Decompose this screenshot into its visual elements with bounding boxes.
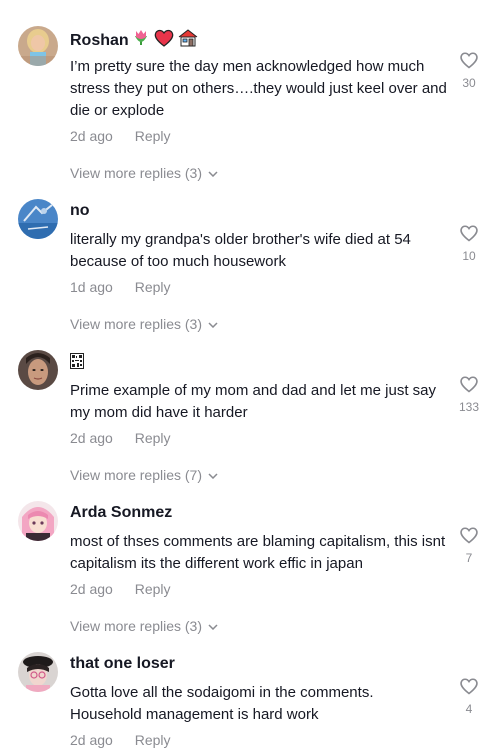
view-more-replies-button[interactable]: View more replies (3) bbox=[70, 164, 218, 181]
comment-time: 2d ago bbox=[70, 581, 113, 597]
house-icon bbox=[177, 28, 199, 54]
avatar[interactable] bbox=[18, 26, 58, 66]
view-more-replies-button[interactable]: View more replies (3) bbox=[70, 315, 218, 332]
comment-meta: 2d ago Reply bbox=[70, 732, 171, 748]
username[interactable]: no bbox=[70, 201, 90, 221]
like-button[interactable]: 30 bbox=[456, 50, 482, 90]
view-more-replies-button[interactable]: View more replies (3) bbox=[70, 617, 218, 634]
comment-time: 1d ago bbox=[70, 279, 113, 295]
chevron-down-icon bbox=[208, 617, 218, 633]
reply-button[interactable]: Reply bbox=[135, 128, 171, 144]
tulip-icon bbox=[131, 28, 151, 54]
comment-text: most of thses comments are blaming capit… bbox=[70, 533, 446, 572]
view-more-label: View more replies (3) bbox=[70, 165, 203, 181]
comment-time: 2d ago bbox=[70, 128, 113, 144]
like-count: 4 bbox=[465, 702, 473, 716]
reply-button[interactable]: Reply bbox=[135, 732, 171, 748]
comment-meta: 2d ago Reply bbox=[70, 430, 171, 446]
chevron-down-icon bbox=[208, 315, 218, 331]
avatar[interactable] bbox=[18, 199, 58, 239]
qr-glyph-icon bbox=[70, 353, 84, 375]
avatar[interactable] bbox=[18, 652, 58, 692]
username[interactable]: Arda Sonmez bbox=[70, 503, 172, 523]
heart-icon bbox=[153, 28, 175, 54]
comment-time: 2d ago bbox=[70, 732, 113, 748]
chevron-down-icon bbox=[208, 164, 218, 180]
like-button[interactable]: 133 bbox=[456, 374, 482, 414]
like-button[interactable]: 10 bbox=[456, 223, 482, 263]
heart-outline-icon bbox=[458, 527, 480, 549]
comment-meta: 2d ago Reply bbox=[70, 581, 171, 597]
heart-outline-icon bbox=[458, 376, 480, 398]
like-count: 133 bbox=[458, 400, 480, 414]
reply-button[interactable]: Reply bbox=[135, 581, 171, 597]
username[interactable]: that one loser bbox=[70, 654, 175, 674]
comment-text: Prime example of my mom and dad and let … bbox=[70, 382, 436, 421]
view-more-label: View more replies (7) bbox=[70, 467, 203, 483]
comment-text: literally my grandpa's older brother's w… bbox=[70, 231, 411, 270]
username[interactable] bbox=[70, 352, 84, 375]
reply-button[interactable]: Reply bbox=[135, 279, 171, 295]
comment-text: Gotta love all the sodaigomi in the comm… bbox=[70, 684, 374, 723]
avatar[interactable] bbox=[18, 501, 58, 541]
heart-outline-icon bbox=[458, 225, 480, 247]
username[interactable]: Roshan bbox=[70, 28, 199, 54]
like-button[interactable]: 4 bbox=[456, 676, 482, 716]
comment-time: 2d ago bbox=[70, 430, 113, 446]
view-more-label: View more replies (3) bbox=[70, 316, 203, 332]
like-count: 10 bbox=[462, 249, 476, 263]
chevron-down-icon bbox=[208, 466, 218, 482]
like-button[interactable]: 7 bbox=[456, 525, 482, 565]
comment-meta: 2d ago Reply bbox=[70, 128, 171, 144]
view-more-label: View more replies (3) bbox=[70, 618, 203, 634]
heart-outline-icon bbox=[458, 678, 480, 700]
heart-outline-icon bbox=[458, 52, 480, 74]
comment-text: I’m pretty sure the day men acknowledged… bbox=[70, 58, 447, 119]
view-more-replies-button[interactable]: View more replies (7) bbox=[70, 466, 218, 483]
like-count: 30 bbox=[462, 76, 476, 90]
comment-meta: 1d ago Reply bbox=[70, 279, 171, 295]
like-count: 7 bbox=[465, 551, 473, 565]
avatar[interactable] bbox=[18, 350, 58, 390]
reply-button[interactable]: Reply bbox=[135, 430, 171, 446]
